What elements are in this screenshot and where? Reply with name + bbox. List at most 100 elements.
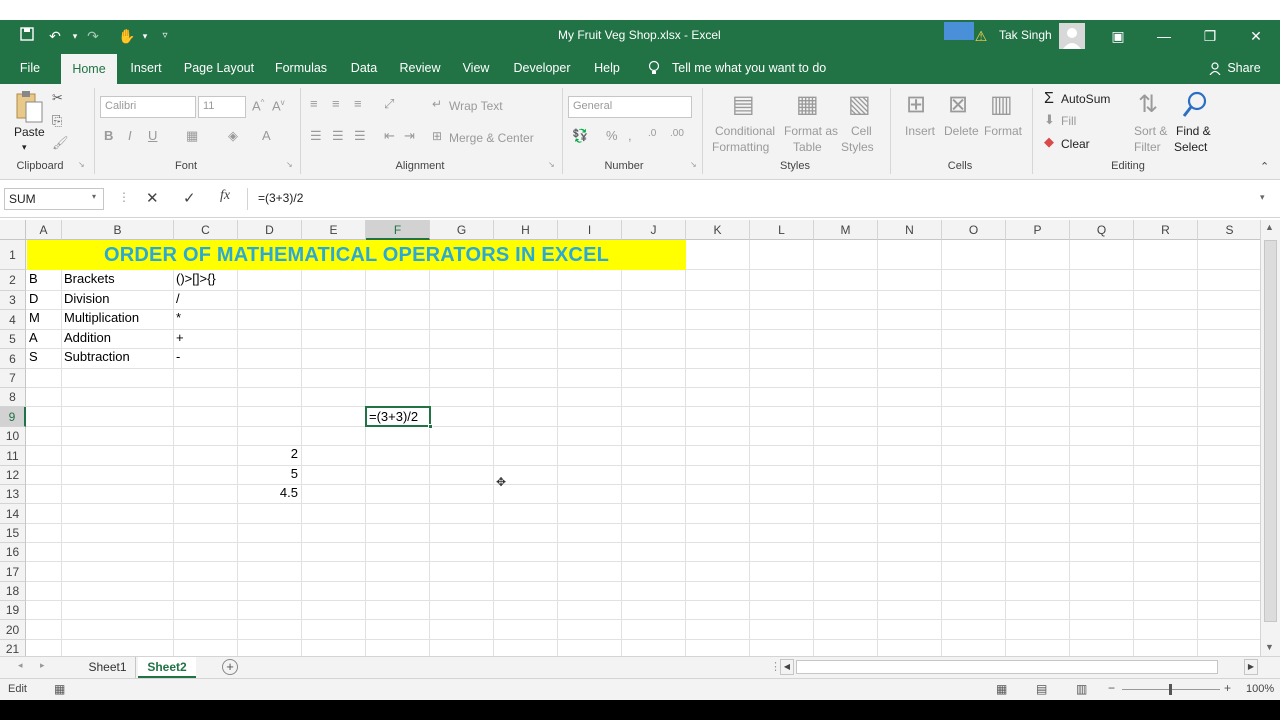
cell-b5[interactable]: Addition <box>61 330 111 345</box>
sort-filter-label-2[interactable]: Filter <box>1134 140 1161 154</box>
cell-c5[interactable]: + <box>173 330 184 345</box>
collapse-ribbon-icon[interactable]: ⌃ <box>1260 160 1269 173</box>
wrap-text-button[interactable]: Wrap Text <box>449 99 503 113</box>
align-right-icon[interactable]: ☰ <box>354 128 366 144</box>
page-layout-view-icon[interactable]: ▤ <box>1036 682 1047 696</box>
row-header[interactable]: 21 <box>0 640 26 656</box>
prev-sheet-icon[interactable]: ◂ <box>18 660 23 671</box>
row-header[interactable]: 3 <box>0 291 26 310</box>
font-name-dropdown[interactable]: Calibri <box>100 96 196 118</box>
row-header-selected[interactable]: 9 <box>0 407 26 427</box>
column-header[interactable]: I <box>558 220 622 240</box>
avatar[interactable] <box>1059 23 1085 49</box>
column-header[interactable]: K <box>686 220 750 240</box>
percent-button[interactable]: % <box>606 128 618 143</box>
touch-dropdown-icon[interactable]: ▾ <box>136 27 154 45</box>
tab-home[interactable]: Home <box>61 54 117 84</box>
cell-styles-label-2[interactable]: Styles <box>841 140 874 154</box>
row-header[interactable]: 18 <box>0 582 26 601</box>
row-header[interactable]: 15 <box>0 524 26 543</box>
column-header[interactable]: G <box>430 220 494 240</box>
cell-a6[interactable]: S <box>26 349 38 364</box>
tab-review[interactable]: Review <box>396 52 444 84</box>
ribbon-options-icon[interactable]: ▣ <box>1095 20 1141 52</box>
column-header[interactable]: N <box>878 220 942 240</box>
redo-icon[interactable]: ↷ <box>84 27 102 45</box>
scroll-down-icon[interactable]: ▼ <box>1265 642 1274 652</box>
cell-a3[interactable]: D <box>26 291 38 306</box>
share-icon[interactable] <box>1206 52 1224 84</box>
scroll-up-icon[interactable]: ▲ <box>1265 222 1274 232</box>
row-header[interactable]: 10 <box>0 427 26 446</box>
row-header[interactable]: 16 <box>0 543 26 562</box>
cell-styles-label-1[interactable]: Cell <box>851 124 872 138</box>
font-launcher-icon[interactable]: ↘ <box>286 160 293 169</box>
tab-page-layout[interactable]: Page Layout <box>180 52 258 84</box>
cell-c4[interactable]: * <box>173 310 181 325</box>
increase-decimal-icon[interactable]: .0 <box>648 128 656 139</box>
paste-dropdown-icon[interactable]: ▾ <box>22 142 27 153</box>
cell-b2[interactable]: Brackets <box>61 271 115 286</box>
increase-indent-icon[interactable]: ⇥ <box>404 128 415 144</box>
zoom-level[interactable]: 100% <box>1246 683 1274 695</box>
undo-dropdown-icon[interactable]: ▾ <box>66 27 84 45</box>
row-header[interactable]: 13 <box>0 485 26 504</box>
add-sheet-icon[interactable]: + <box>222 659 238 675</box>
find-select-icon[interactable] <box>1180 90 1210 120</box>
cell-d11[interactable]: 2 <box>238 446 300 461</box>
alignment-launcher-icon[interactable]: ↘ <box>548 160 555 169</box>
vertical-scrollbar[interactable]: ▲ ▼ <box>1260 220 1280 656</box>
row-header[interactable]: 17 <box>0 562 26 582</box>
cell-d12[interactable]: 5 <box>238 466 300 481</box>
row-header[interactable]: 8 <box>0 388 26 407</box>
horizontal-scroll-thumb[interactable] <box>796 660 1218 674</box>
sort-filter-label-1[interactable]: Sort & <box>1134 124 1167 138</box>
name-box[interactable]: SUM <box>4 188 104 210</box>
column-header[interactable]: C <box>174 220 238 240</box>
sheet-tab-sheet1[interactable]: Sheet1 <box>80 657 136 678</box>
decrease-font-icon[interactable]: Av <box>272 98 285 113</box>
borders-icon[interactable]: ▦ <box>186 128 198 144</box>
tab-developer[interactable]: Developer <box>508 52 576 84</box>
customize-qat-icon[interactable]: ▿ <box>156 27 174 45</box>
row-header[interactable]: 6 <box>0 349 26 369</box>
normal-view-icon[interactable]: ▦ <box>996 682 1007 696</box>
format-cells-button[interactable]: Format <box>984 124 1022 138</box>
page-break-view-icon[interactable]: ▥ <box>1076 682 1087 696</box>
decrease-decimal-icon[interactable]: .00 <box>670 128 684 139</box>
save-icon[interactable] <box>18 27 36 45</box>
fill-button[interactable]: Fill <box>1061 114 1076 128</box>
hscroll-right-icon[interactable]: ▶ <box>1244 659 1258 675</box>
cut-icon[interactable]: ✂ <box>52 90 63 106</box>
tell-me-search[interactable]: Tell me what you want to do <box>672 52 832 84</box>
cancel-button[interactable]: ✕ <box>146 189 159 207</box>
paste-button[interactable]: Paste <box>14 125 45 139</box>
copy-icon[interactable]: ⎘ <box>52 113 62 129</box>
clear-button[interactable]: Clear <box>1061 137 1090 151</box>
zoom-slider-thumb[interactable] <box>1169 684 1172 695</box>
underline-button[interactable]: U <box>148 128 157 143</box>
tab-view[interactable]: View <box>456 52 496 84</box>
decrease-indent-icon[interactable]: ⇤ <box>384 128 395 144</box>
increase-font-icon[interactable]: A^ <box>252 98 264 113</box>
autosum-icon[interactable]: Σ <box>1044 90 1054 108</box>
cell-c6[interactable]: - <box>173 349 180 364</box>
conditional-formatting-label-2[interactable]: Formatting <box>712 140 769 154</box>
cell-d13[interactable]: 4.5 <box>238 485 300 500</box>
formula-input[interactable]: =(3+3)/2 <box>247 188 1277 210</box>
format-as-table-label-2[interactable]: Table <box>793 140 822 154</box>
align-bottom-icon[interactable]: ≡ <box>354 96 362 111</box>
close-button[interactable]: ✕ <box>1233 20 1279 52</box>
user-name[interactable]: Tak Singh <box>999 28 1052 42</box>
bold-button[interactable]: B <box>104 128 113 143</box>
italic-button[interactable]: I <box>128 128 132 143</box>
cell-c2[interactable]: ()>[]>{} <box>173 271 216 286</box>
column-header[interactable]: E <box>302 220 366 240</box>
minimize-button[interactable]: — <box>1141 20 1187 52</box>
insert-cells-icon[interactable]: ⊞ <box>906 90 926 119</box>
touch-mode-icon[interactable]: ✋ <box>118 27 136 45</box>
column-header[interactable]: Q <box>1070 220 1134 240</box>
conditional-formatting-label-1[interactable]: Conditional <box>715 124 775 138</box>
cell-styles-icon[interactable]: ▧ <box>848 90 871 119</box>
zoom-out-icon[interactable]: − <box>1108 681 1115 695</box>
